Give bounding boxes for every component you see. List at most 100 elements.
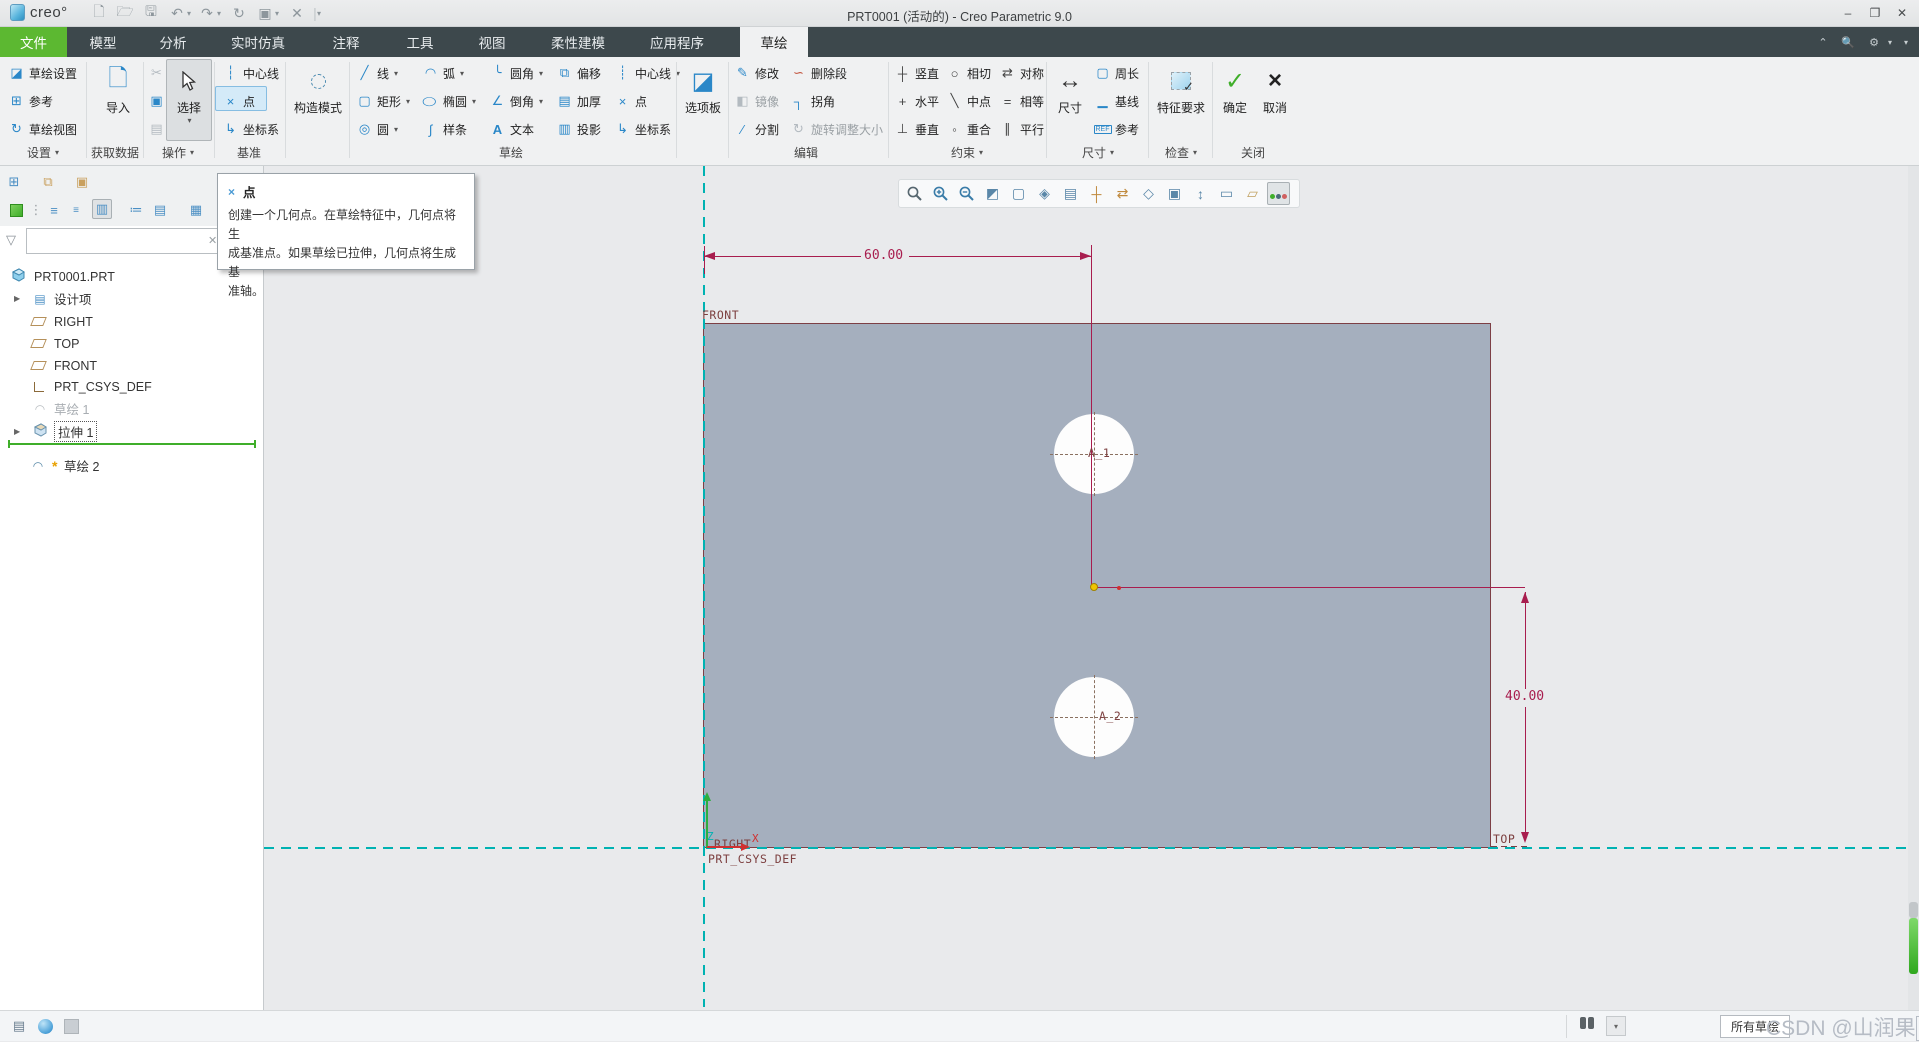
tab-applications[interactable]: 应用程序 [645,27,709,57]
perimeter-button[interactable]: ▢ 周长 [1094,62,1139,84]
undo-dropdown-icon[interactable]: ▾ [184,3,194,23]
graphics-canvas[interactable]: A_1 A_2 60.00 40.00 FRONT TOP RIGHT PRT_… [264,166,1919,1010]
tree-row-front-plane[interactable]: FRONT [0,355,263,376]
tab-flexible-modeling[interactable]: 柔性建模 [546,27,610,57]
reference-dim-button[interactable]: REF 参考 [1093,118,1139,140]
group-label-dimension[interactable]: 尺寸 ▾ [1074,144,1122,160]
baseline-button[interactable]: ▁ 基线 [1094,90,1140,112]
chamfer-button[interactable]: ∠ 倒角 ▾ [489,90,543,112]
text-button[interactable]: A 文本 [489,118,534,140]
front-datum-label[interactable]: FRONT [702,308,739,322]
point-button-active[interactable]: × 点 [222,90,255,112]
tangent-constraint-button[interactable]: ○ 相切 [946,62,991,84]
fillet-button[interactable]: ╰ 圆角 ▾ [489,62,543,84]
zoom-in-icon[interactable] [929,182,952,205]
part-display-icon[interactable] [6,200,26,220]
insertion-locator[interactable] [8,440,256,448]
tree-row-sketch1-suppressed[interactable]: ◠ 草绘 1 [0,398,263,419]
group-label-inspect[interactable]: 检查 ▾ [1157,144,1205,160]
group-label-settings[interactable]: 设置 ▾ [18,144,68,160]
dim40-line-top[interactable] [1525,592,1526,689]
construction-point-button[interactable]: × 点 [614,90,647,112]
delete-segment-button[interactable]: ∽ 删除段 [790,62,847,84]
zoom-region-icon[interactable] [903,182,926,205]
regenerate-icon[interactable]: ↻ [228,3,250,23]
search-icon[interactable]: 🔍 [1838,34,1858,50]
top-datum-dashed-line[interactable] [264,847,1919,849]
references-button[interactable]: ⊞ 参考 [8,90,53,112]
tree-copy-icon[interactable]: ▤ [150,200,170,220]
repaint-icon[interactable]: ◩ [981,182,1004,205]
tab-file[interactable]: 文件 [0,27,67,57]
tree-row-top-plane[interactable]: TOP [0,333,263,354]
axis-a2-label[interactable]: A_2 [1099,709,1121,723]
right-datum-dashed-line[interactable] [703,166,705,1007]
find-binoculars-icon[interactable] [1580,1017,1594,1029]
project-button[interactable]: ▥ 投影 [556,118,601,140]
ellipse-button[interactable]: ◯ 椭圆 ▾ [422,90,476,112]
vertical-constraint-button[interactable]: ┼ 竖直 [894,62,939,84]
web-browser-icon[interactable] [34,1016,56,1036]
modify-button[interactable]: ✎ 修改 [734,62,779,84]
sketch-view-button[interactable]: ↻ 草绘视图 [8,118,77,140]
vertical-scrollbar[interactable] [1908,166,1919,1010]
select-button[interactable]: 选择 ▾ [168,61,210,125]
window-status-icon[interactable] [60,1016,82,1036]
dim60-line-right[interactable] [909,256,1091,257]
expand-arrow-icon[interactable]: ▶ [14,427,20,436]
windows-dropdown-icon[interactable]: ▾ [272,3,282,23]
centerline-button[interactable]: ┆ 中心线 [222,62,279,84]
tab-live-simulation[interactable]: 实时仿真 [226,27,290,57]
close-button[interactable]: ✕ [1890,4,1914,22]
tab-annotate[interactable]: 注释 [326,27,366,57]
graph-display-icon[interactable] [1267,182,1290,205]
shading-display-icon[interactable]: ▢ [1007,182,1030,205]
rectangle-button[interactable]: ▢ 矩形 ▾ [356,90,410,112]
construction-csys-button[interactable]: ↳ 坐标系 [614,118,671,140]
plane-display-icon[interactable]: ▭ [1215,182,1238,205]
top-datum-label[interactable]: TOP [1493,832,1515,846]
symmetric-constraint-button[interactable]: ⇄ 对称 [999,62,1044,84]
saved-views-icon[interactable]: ▤ [1059,182,1082,205]
cancel-button[interactable]: × 取消 [1256,61,1294,116]
import-button[interactable]: 🗋 导入 [95,61,141,116]
tab-sketch-active[interactable]: 草绘 [740,27,808,57]
perpendicular-constraint-button[interactable]: ⊥ 垂直 [894,118,939,140]
select-dropdown-icon[interactable]: ▾ [187,116,191,125]
circle-button[interactable]: ◎ 圆 ▾ [356,118,398,140]
sketch-point[interactable] [1090,583,1098,591]
sketch-display-icon[interactable]: ▱ [1241,182,1264,205]
tree-filter-icon[interactable]: ≔ [126,200,146,220]
axis-a1-label[interactable]: A_1 [1088,446,1110,460]
scrollbar-thumb-cap[interactable] [1909,902,1918,918]
palette-button[interactable]: ◪ 选项板 [680,61,726,116]
coincident-constraint-button[interactable]: ◦ 重合 [946,118,991,140]
dim60-line-left[interactable] [704,256,863,257]
construction-centerline-button[interactable]: ┊ 中心线 ▾ [614,62,680,84]
dimension-button[interactable]: ↔ 尺寸 [1050,61,1090,116]
construction-mode-button[interactable]: 构造模式 [290,61,346,116]
line-button[interactable]: ╱ 线 ▾ [356,62,398,84]
equal-constraint-button[interactable]: = 相等 [999,90,1044,112]
datum-display-icon[interactable]: ┼ [1085,182,1108,205]
parallel-constraint-button[interactable]: ∥ 平行 [999,118,1044,140]
expand-all-icon[interactable]: ≡ [44,200,64,220]
minimize-button[interactable]: – [1836,4,1860,22]
collapse-all-icon[interactable]: ≡ [66,200,86,220]
more-dropdown-icon[interactable]: ▾ [1896,34,1916,50]
ok-button[interactable]: ✓ 确定 [1216,61,1254,116]
tree-row-sketch2[interactable]: ◠ * 草绘 2 [0,455,263,476]
midpoint-constraint-button[interactable]: ╲ 中点 [946,90,991,112]
csys-label[interactable]: PRT_CSYS_DEF [708,852,797,866]
tree-columns-icon[interactable]: ▥ [92,199,112,219]
dim40-line-bottom[interactable] [1525,707,1526,839]
copy-button[interactable]: ▣ [148,90,165,112]
cascade-tree-icon[interactable]: ⧉ [38,172,58,192]
new-file-icon[interactable]: 🗋 [88,3,110,23]
feature-requirements-button[interactable]: 特征要求 [1152,61,1210,116]
tab-model[interactable]: 模型 [83,27,123,57]
display-style-icon[interactable]: ◈ [1033,182,1056,205]
dim-height-value[interactable]: 40.00 [1502,689,1548,704]
tab-analysis[interactable]: 分析 [153,27,193,57]
annotation-display-icon[interactable]: ⇄ [1111,182,1134,205]
